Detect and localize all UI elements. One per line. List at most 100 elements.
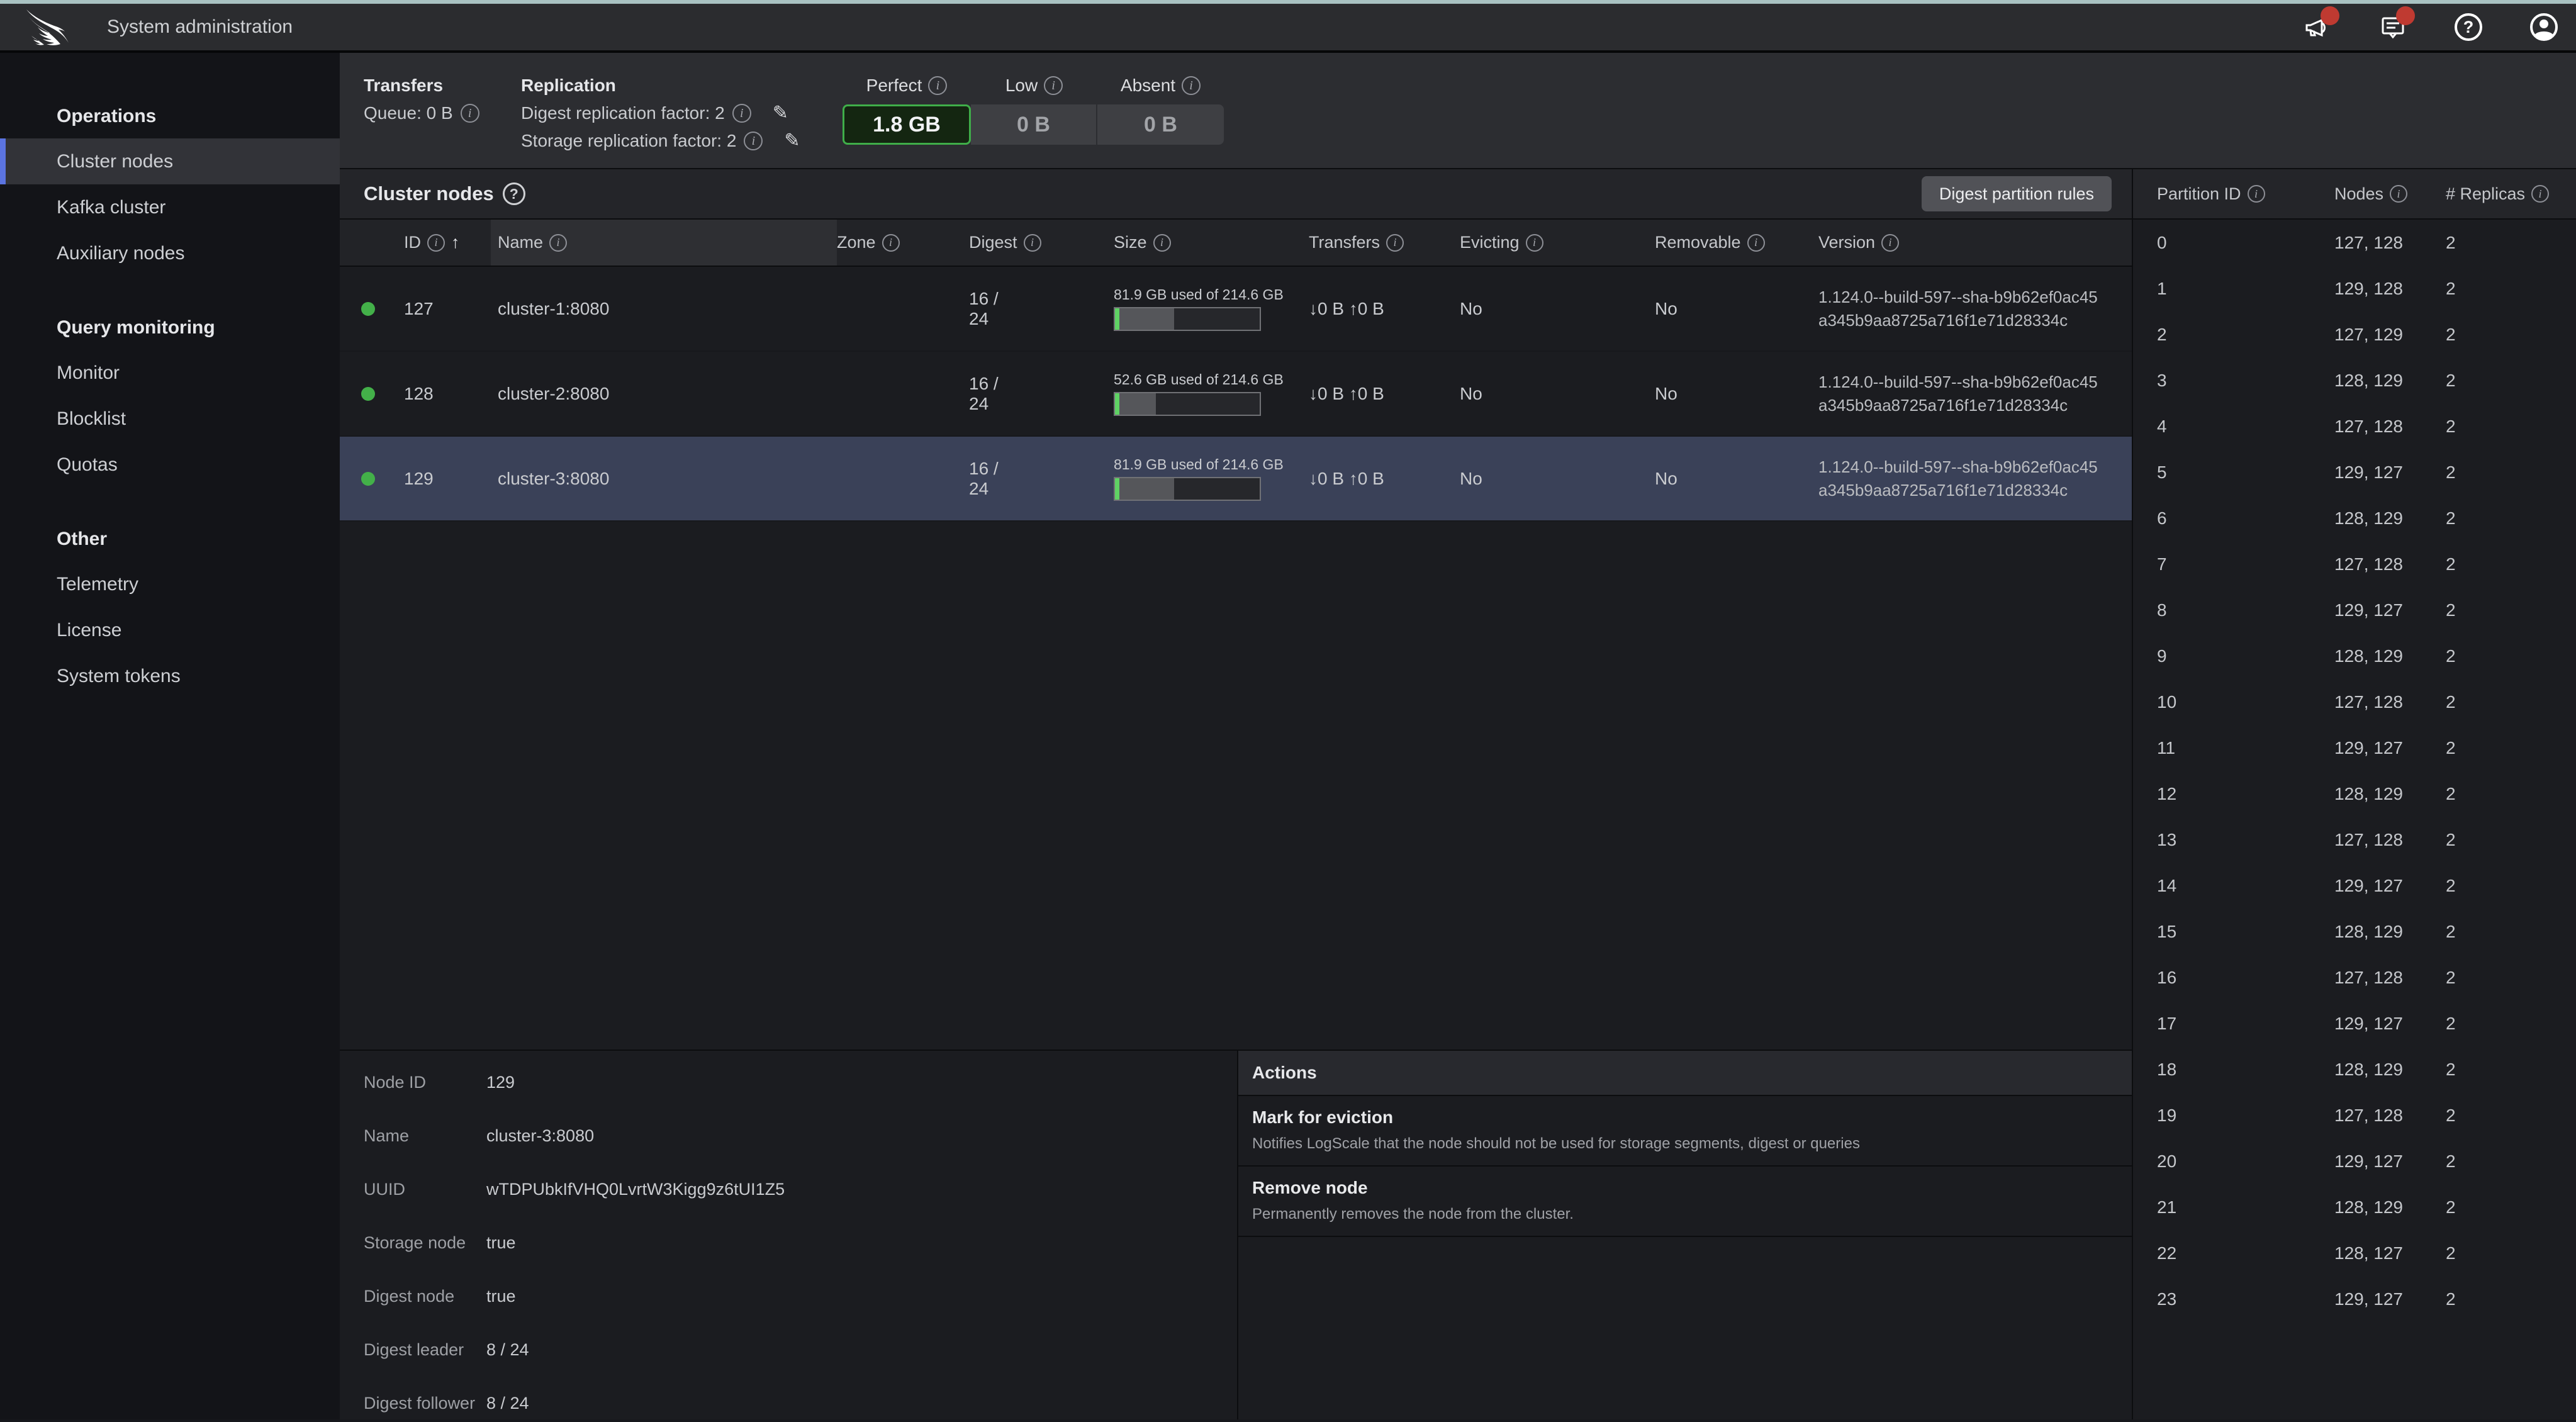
column-header-digest[interactable]: Digesti xyxy=(969,220,1114,266)
digest-partition-rules-button[interactable]: Digest partition rules xyxy=(1922,176,2112,211)
partition-row[interactable]: 2127, 1292 xyxy=(2133,311,2576,357)
info-icon[interactable]: i xyxy=(1024,234,1041,252)
partition-replicas-cell: 2 xyxy=(2446,1138,2576,1184)
table-row[interactable]: 127cluster-1:808016 / 2481.9 GB used of … xyxy=(340,267,2132,352)
sidebar-item-kafka-cluster[interactable]: Kafka cluster xyxy=(0,184,340,230)
partition-row[interactable]: 20129, 1272 xyxy=(2133,1138,2576,1184)
info-icon[interactable]: i xyxy=(427,234,445,252)
partition-id-cell: 8 xyxy=(2157,587,2334,633)
partition-row[interactable]: 11129, 1272 xyxy=(2133,725,2576,771)
action-remove-node[interactable]: Remove nodePermanently removes the node … xyxy=(1238,1167,2132,1237)
column-header-size[interactable]: Sizei xyxy=(1114,220,1309,266)
partition-column-header[interactable]: Partition IDi xyxy=(2157,169,2334,218)
info-icon[interactable]: i xyxy=(461,104,479,123)
digest-replication-factor: Digest replication factor: 2 xyxy=(521,99,725,127)
partition-row[interactable]: 4127, 1282 xyxy=(2133,403,2576,449)
partition-replicas-cell: 2 xyxy=(2446,817,2576,863)
sidebar-item-quotas[interactable]: Quotas xyxy=(0,442,340,488)
partition-row[interactable]: 3128, 1292 xyxy=(2133,357,2576,403)
edit-storage-replication-icon[interactable]: ✎ xyxy=(784,127,800,155)
info-icon[interactable]: i xyxy=(2531,185,2549,203)
partition-row[interactable]: 19127, 1282 xyxy=(2133,1092,2576,1138)
partition-row[interactable]: 21128, 1292 xyxy=(2133,1184,2576,1230)
segment-perfect: Perfecti1.8 GB xyxy=(843,72,971,168)
info-icon[interactable]: i xyxy=(744,132,763,150)
sidebar-item-monitor[interactable]: Monitor xyxy=(0,350,340,396)
column-header-zone[interactable]: Zonei xyxy=(837,220,969,266)
info-icon[interactable]: i xyxy=(1044,76,1063,95)
partition-nodes-cell: 128, 127 xyxy=(2334,1230,2446,1276)
partition-row[interactable]: 17129, 1272 xyxy=(2133,1000,2576,1046)
partition-row[interactable]: 9128, 1292 xyxy=(2133,633,2576,679)
table-row[interactable]: 129cluster-3:808016 / 2481.9 GB used of … xyxy=(340,437,2132,522)
sidebar-item-system-tokens[interactable]: System tokens xyxy=(0,653,340,699)
partition-row[interactable]: 1129, 1282 xyxy=(2133,266,2576,311)
info-icon[interactable]: i xyxy=(928,76,947,95)
help-icon[interactable]: ? xyxy=(2454,13,2483,42)
sidebar-item-auxiliary-nodes[interactable]: Auxiliary nodes xyxy=(0,230,340,276)
sidebar-item-telemetry[interactable]: Telemetry xyxy=(0,561,340,607)
partition-row[interactable]: 6128, 1292 xyxy=(2133,495,2576,541)
partition-row[interactable]: 5129, 1272 xyxy=(2133,449,2576,495)
partition-table-header: Partition IDiNodesi# Replicas i xyxy=(2133,169,2576,220)
table-row[interactable]: 128cluster-2:808016 / 2452.6 GB used of … xyxy=(340,352,2132,437)
partition-row[interactable]: 0127, 1282 xyxy=(2133,220,2576,266)
column-header-version[interactable]: Versioni xyxy=(1818,220,2132,266)
info-icon[interactable]: i xyxy=(882,234,900,252)
partition-column-header[interactable]: # Replicas i xyxy=(2446,169,2576,218)
help-circle-icon[interactable]: ? xyxy=(503,182,525,205)
info-icon[interactable]: i xyxy=(1182,76,1201,95)
partition-column-header[interactable]: Nodesi xyxy=(2334,169,2446,218)
action-mark-for-eviction[interactable]: Mark for evictionNotifies LogScale that … xyxy=(1238,1096,2132,1167)
column-header-removable[interactable]: Removable i xyxy=(1655,220,1818,266)
partition-row[interactable]: 23129, 1272 xyxy=(2133,1276,2576,1322)
sidebar-item-cluster-nodes[interactable]: Cluster nodes xyxy=(0,138,340,184)
partition-row[interactable]: 7127, 1282 xyxy=(2133,541,2576,587)
info-icon[interactable]: i xyxy=(1881,234,1899,252)
partition-replicas-cell: 2 xyxy=(2446,909,2576,955)
info-icon[interactable]: i xyxy=(732,104,751,123)
segment-label-text: Perfect xyxy=(866,72,922,99)
partition-row[interactable]: 22128, 1272 xyxy=(2133,1230,2576,1276)
size-bar-accent xyxy=(1115,393,1119,415)
partition-row[interactable]: 10127, 1282 xyxy=(2133,679,2576,725)
partition-nodes-cell: 129, 127 xyxy=(2334,863,2446,909)
partition-row[interactable]: 13127, 1282 xyxy=(2133,817,2576,863)
column-header-transfers[interactable]: Transfersi xyxy=(1309,220,1460,266)
column-header-label: # Replicas xyxy=(2446,184,2525,204)
account-icon[interactable] xyxy=(2529,13,2558,42)
partition-row[interactable]: 12128, 1292 xyxy=(2133,771,2576,817)
edit-digest-replication-icon[interactable]: ✎ xyxy=(773,99,788,127)
partition-row[interactable]: 15128, 1292 xyxy=(2133,909,2576,955)
node-zone-cell xyxy=(837,352,969,435)
partition-replicas-cell: 2 xyxy=(2446,1092,2576,1138)
detail-row: Digest follower8 / 24 xyxy=(364,1377,1237,1422)
column-header-label: Removable xyxy=(1655,233,1741,252)
topbar-actions: ? xyxy=(2303,13,2558,42)
info-icon[interactable]: i xyxy=(1153,234,1171,252)
sidebar-item-blocklist[interactable]: Blocklist xyxy=(0,396,340,442)
announcements-icon[interactable] xyxy=(2303,13,2332,42)
partition-row[interactable]: 18128, 1292 xyxy=(2133,1046,2576,1092)
info-icon[interactable]: i xyxy=(1386,234,1404,252)
messages-icon[interactable] xyxy=(2378,13,2407,42)
detail-value: true xyxy=(486,1287,516,1306)
segment-label: Absenti xyxy=(1097,72,1224,99)
topbar: System administration xyxy=(0,4,2576,53)
column-header-id[interactable]: IDi↑ xyxy=(396,220,491,266)
column-header-evicting[interactable]: Evictingi xyxy=(1460,220,1655,266)
partition-row[interactable]: 8129, 1272 xyxy=(2133,587,2576,633)
info-icon[interactable]: i xyxy=(2248,185,2265,203)
info-icon[interactable]: i xyxy=(2390,185,2407,203)
info-icon[interactable]: i xyxy=(549,234,567,252)
partition-row[interactable]: 14129, 1272 xyxy=(2133,863,2576,909)
partition-replicas-cell: 2 xyxy=(2446,863,2576,909)
column-header-name[interactable]: Namei xyxy=(491,220,837,266)
info-icon[interactable]: i xyxy=(1526,234,1543,252)
partition-row[interactable]: 16127, 1282 xyxy=(2133,955,2576,1000)
sidebar-item-license[interactable]: License xyxy=(0,607,340,653)
transfers-summary: Transfers Queue: 0 B i xyxy=(364,72,521,168)
partition-replicas-cell: 2 xyxy=(2446,633,2576,679)
info-icon[interactable]: i xyxy=(1747,234,1765,252)
sort-ascending-icon[interactable]: ↑ xyxy=(451,233,460,252)
